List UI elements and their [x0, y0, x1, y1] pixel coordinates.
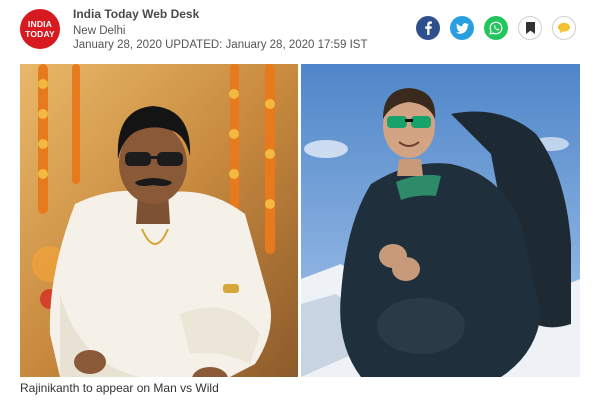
- comment-button[interactable]: [552, 16, 576, 40]
- article-image: [20, 64, 580, 377]
- author-name[interactable]: India Today Web Desk: [73, 7, 368, 21]
- bookmark-icon: [525, 22, 535, 34]
- publish-dates: January 28, 2020 UPDATED: January 28, 20…: [73, 39, 368, 51]
- rajinikanth-illustration: [20, 64, 298, 377]
- bookmark-button[interactable]: [518, 16, 542, 40]
- image-caption: Rajinikanth to appear on Man vs Wild: [20, 381, 219, 395]
- share-bar: [416, 16, 576, 40]
- india-today-logo[interactable]: INDIA TODAY: [20, 9, 60, 49]
- facebook-icon: [425, 21, 432, 35]
- article-header: INDIA TODAY India Today Web Desk New Del…: [0, 0, 600, 60]
- comment-icon: [558, 22, 570, 34]
- logo-text-line1: INDIA: [27, 19, 53, 29]
- whatsapp-icon: [489, 21, 503, 35]
- dateline-location: New Delhi: [73, 25, 126, 37]
- bear-grylls-photo: [301, 64, 580, 377]
- rajinikanth-photo: [20, 64, 298, 377]
- bear-grylls-illustration: [301, 64, 580, 377]
- whatsapp-share-button[interactable]: [484, 16, 508, 40]
- twitter-icon: [455, 22, 469, 34]
- byline: India Today Web Desk New Delhi January 2…: [73, 7, 368, 51]
- facebook-share-button[interactable]: [416, 16, 440, 40]
- twitter-share-button[interactable]: [450, 16, 474, 40]
- logo-text-line2: TODAY: [25, 28, 55, 39]
